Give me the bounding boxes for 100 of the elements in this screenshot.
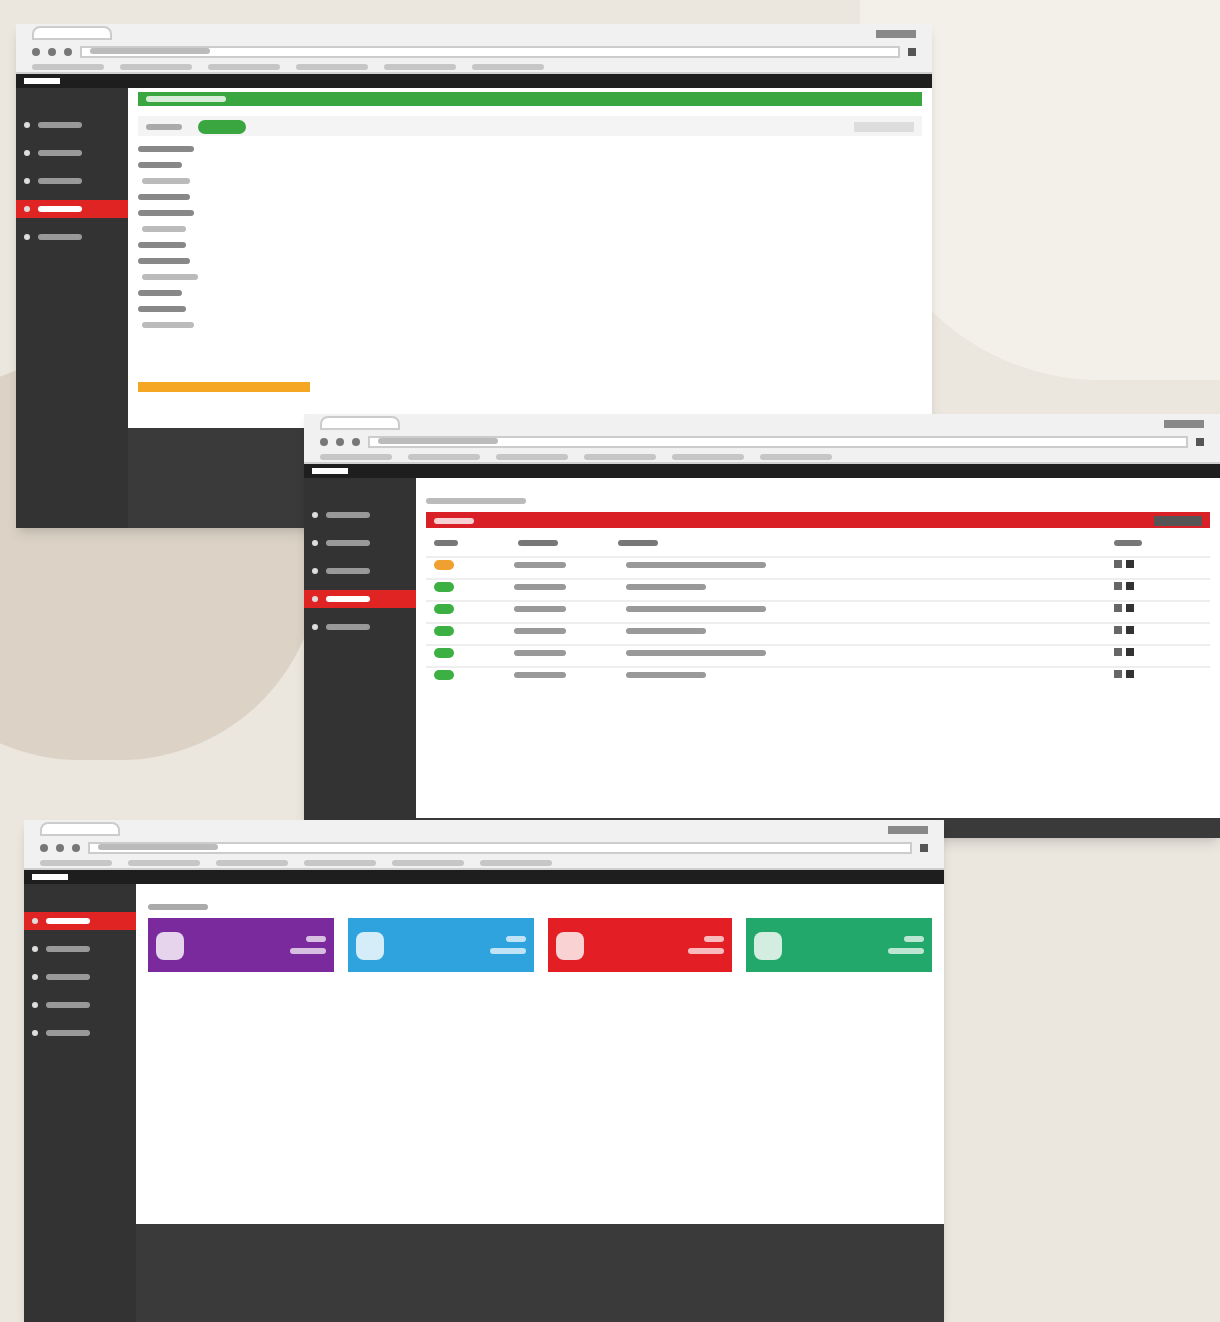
address-field[interactable] — [88, 841, 912, 853]
text-line — [434, 517, 474, 523]
stat-tile[interactable] — [148, 918, 334, 972]
text-line — [90, 48, 210, 54]
text-line — [216, 859, 288, 865]
text-line — [208, 63, 280, 69]
menu-item-icon — [32, 974, 38, 980]
app-logo — [24, 78, 60, 84]
text-line — [472, 63, 544, 69]
window-controls-icon[interactable] — [876, 29, 916, 37]
text-line — [408, 453, 480, 459]
text-line — [38, 122, 82, 128]
text-line — [1114, 539, 1142, 545]
menu-item-icon — [24, 150, 30, 156]
menu-item-icon — [312, 568, 318, 574]
text-line — [138, 210, 194, 216]
menu-item-icon — [312, 540, 318, 546]
text-line — [38, 150, 82, 156]
text-line — [38, 178, 82, 184]
text-line — [514, 583, 566, 589]
menu-item-icon — [312, 512, 318, 518]
text-line — [626, 671, 706, 677]
text-line — [392, 859, 464, 865]
text-line — [326, 624, 370, 630]
text-line — [904, 936, 924, 942]
text-line — [138, 146, 194, 152]
text-line — [46, 1030, 90, 1036]
menu-item-icon — [24, 206, 30, 212]
text-line — [704, 936, 725, 942]
stat-tile[interactable] — [746, 918, 932, 972]
text-line — [326, 568, 370, 574]
text-line — [626, 627, 706, 633]
text-line — [672, 453, 744, 459]
text-line — [888, 948, 924, 954]
text-line — [480, 859, 552, 865]
menu-item-icon — [24, 234, 30, 240]
text-line — [426, 498, 526, 504]
text-line — [384, 63, 456, 69]
text-line — [514, 671, 566, 677]
text-line — [489, 948, 525, 954]
menu-item-icon — [32, 1030, 38, 1036]
text-line — [289, 948, 326, 954]
tile-icon — [355, 931, 384, 959]
menu-item-icon — [312, 596, 318, 602]
window-controls-icon[interactable] — [888, 825, 928, 833]
text-line — [38, 234, 82, 240]
text-line — [378, 438, 498, 444]
text-line — [146, 96, 226, 102]
text-line — [138, 290, 182, 296]
tile-icon — [156, 931, 184, 959]
sidebar-item[interactable] — [24, 912, 136, 930]
sidebar-item[interactable] — [16, 200, 128, 218]
text-line — [46, 946, 90, 952]
address-field[interactable] — [368, 435, 1188, 447]
text-line — [514, 649, 566, 655]
menu-item-icon — [24, 178, 30, 184]
text-line — [98, 844, 218, 850]
text-line — [142, 178, 190, 184]
text-line — [626, 649, 766, 655]
sidebar-item[interactable] — [304, 590, 416, 608]
text-line — [584, 453, 656, 459]
text-line — [688, 948, 725, 954]
text-line — [138, 306, 186, 312]
text-line — [618, 539, 658, 545]
text-line — [138, 242, 186, 248]
text-line — [142, 226, 186, 232]
stat-tile[interactable] — [547, 918, 733, 972]
save-button[interactable] — [198, 119, 246, 133]
text-line — [496, 453, 568, 459]
menu-item-icon — [312, 624, 318, 630]
menu-item-icon — [32, 918, 38, 924]
text-line — [304, 859, 376, 865]
tile-icon — [754, 931, 783, 959]
stat-tile[interactable] — [347, 918, 533, 972]
text-line — [138, 194, 190, 200]
text-line — [128, 859, 200, 865]
address-field[interactable] — [80, 45, 900, 57]
text-line — [32, 63, 104, 69]
text-line — [518, 539, 558, 545]
text-line — [305, 936, 326, 942]
text-line — [326, 596, 370, 602]
text-line — [505, 936, 525, 942]
text-line — [46, 974, 90, 980]
text-line — [326, 540, 370, 546]
text-line — [296, 63, 368, 69]
text-line — [434, 539, 458, 545]
text-line — [514, 561, 566, 567]
text-line — [626, 583, 706, 589]
tile-icon — [555, 931, 583, 959]
text-line — [320, 453, 392, 459]
app-logo — [32, 874, 68, 880]
text-line — [626, 561, 766, 567]
text-line — [120, 63, 192, 69]
app-logo — [312, 468, 348, 474]
text-line — [138, 162, 182, 168]
text-line — [142, 322, 194, 328]
text-line — [46, 1002, 90, 1008]
window-controls-icon[interactable] — [1164, 419, 1204, 427]
text-line — [148, 904, 208, 910]
text-line — [40, 859, 112, 865]
